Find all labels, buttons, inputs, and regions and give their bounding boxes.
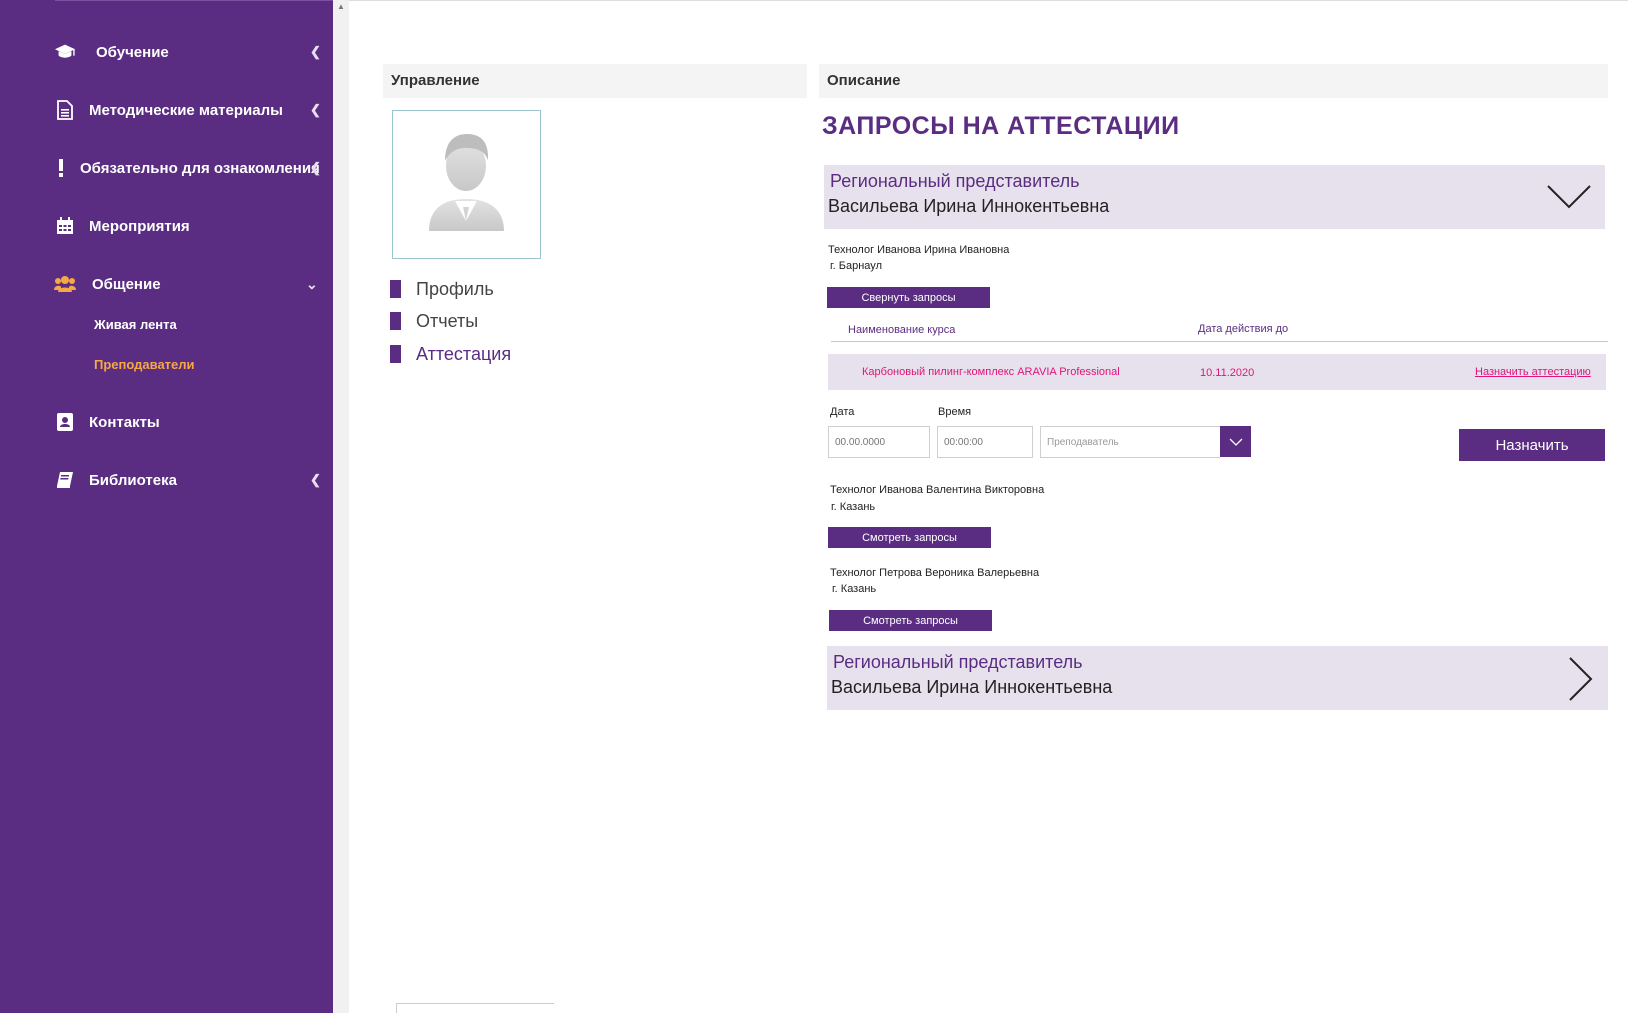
sidebar-subitem-prepodavateli[interactable]: Преподаватели [94, 357, 195, 372]
time-input[interactable] [944, 436, 1032, 448]
scroll-up-icon[interactable]: ▲ [337, 2, 345, 11]
sidebar-item-biblioteka[interactable]: Библиотека ❮ [0, 460, 333, 500]
bottom-divider-tick [396, 1003, 397, 1013]
technologist-city: г. Барнаул [830, 260, 882, 272]
view-requests-button[interactable]: Смотреть запросы [828, 527, 991, 548]
course-valid-date: 10.11.2020 [1200, 367, 1255, 379]
sidebar-item-metodicheskie[interactable]: Методические материалы ❮ [0, 90, 333, 130]
sidebar-subitem-zhivaya-lenta[interactable]: Живая лента [94, 317, 177, 332]
sidebar-item-label: Обучение [96, 43, 169, 61]
chevron-down-icon [1229, 438, 1242, 446]
menu-item-profile[interactable]: Профиль [390, 276, 494, 302]
book-icon [54, 469, 76, 491]
exclamation-icon [50, 157, 72, 179]
technologist-name: Технолог Иванова Ирина Ивановна [828, 244, 1010, 256]
rep-role: Региональный представитель [833, 652, 1083, 672]
chevron-down-icon: ⌄ [306, 275, 318, 292]
menu-item-label: Отчеты [416, 310, 479, 331]
technologist-city: г. Казань [831, 501, 876, 513]
menu-item-attestation[interactable]: Аттестация [390, 341, 511, 367]
menu-item-label: Аттестация [416, 343, 512, 364]
regional-rep-accordion-expanded[interactable]: Региональный представитель Васильева Ири… [824, 165, 1605, 229]
collapse-requests-button[interactable]: Свернуть запросы [827, 287, 990, 308]
rep-role: Региональный представитель [830, 171, 1080, 191]
rep-name: Васильева Ирина Иннокентьевна [831, 677, 1113, 697]
sidebar-item-obyazatelno[interactable]: Обязательно для ознакомления ❮ [0, 148, 333, 188]
page-title: ЗАПРОСЫ НА АТТЕСТАЦИИ [822, 112, 1180, 140]
teacher-select[interactable]: Преподаватель [1040, 426, 1220, 458]
chevron-right-icon[interactable] [1569, 657, 1593, 701]
menu-marker [390, 280, 401, 298]
sidebar-item-label: Мероприятия [89, 217, 190, 235]
chevron-left-icon: ❮ [310, 160, 321, 175]
users-icon [54, 273, 76, 295]
date-field[interactable] [828, 426, 930, 458]
table-header-divider [831, 341, 1608, 342]
assign-attestation-link[interactable]: Назначить аттестацию [1475, 366, 1591, 378]
chevron-left-icon: ❮ [310, 44, 321, 59]
view-requests-button[interactable]: Смотреть запросы [829, 610, 992, 631]
sidebar-item-obuchenie[interactable]: Обучение ❮ [0, 32, 333, 72]
chevron-left-icon: ❮ [310, 472, 321, 487]
menu-item-label: Профиль [416, 278, 494, 299]
date-label: Дата [830, 406, 855, 418]
document-icon [54, 99, 76, 121]
panel-title-upravlenie: Управление [383, 64, 807, 98]
assign-button[interactable]: Назначить [1459, 429, 1605, 461]
date-input[interactable] [835, 436, 929, 448]
sidebar-item-label: Методические материалы [89, 101, 283, 119]
bottom-divider [396, 1003, 554, 1004]
chevron-left-icon: ❮ [310, 102, 321, 117]
graduation-cap-icon [54, 41, 76, 63]
avatar [392, 110, 541, 259]
technologist-name: Технолог Петрова Вероника Валерьевна [830, 567, 1040, 579]
menu-item-reports[interactable]: Отчеты [390, 308, 478, 334]
time-field[interactable] [937, 426, 1033, 458]
rep-name: Васильева Ирина Иннокентьевна [828, 196, 1110, 216]
sidebar-item-label: Контакты [89, 413, 160, 431]
user-placeholder-icon [429, 134, 504, 231]
column-header-course: Наименование курса [848, 324, 956, 336]
regional-rep-accordion-collapsed[interactable]: Региональный представитель Васильева Ири… [827, 646, 1608, 710]
course-name: Карбоновый пилинг-комплекс ARAVIA Profes… [862, 366, 1120, 378]
teacher-dropdown-button[interactable] [1220, 426, 1251, 457]
sidebar-item-label: Библиотека [89, 471, 177, 489]
calendar-icon [54, 215, 76, 237]
chevron-down-icon[interactable] [1547, 185, 1591, 209]
sidebar-item-label: Обязательно для ознакомления [80, 159, 320, 177]
menu-marker [390, 345, 401, 363]
menu-marker [390, 312, 401, 330]
time-label: Время [938, 406, 972, 418]
scrollbar[interactable]: ▲ [333, 0, 349, 1013]
column-header-date: Дата действия до [1198, 323, 1289, 335]
technologist-city: г. Казань [832, 583, 877, 595]
top-divider [349, 0, 1628, 1]
sidebar: Обучение ❮ Методические материалы ❮ Обяз… [0, 0, 333, 1013]
contact-book-icon [54, 411, 76, 433]
sidebar-item-meropriyatiya[interactable]: Мероприятия [0, 206, 333, 246]
table-row: Карбоновый пилинг-комплекс ARAVIA Profes… [828, 354, 1606, 390]
panel-title-opisanie: Описание [819, 64, 1608, 98]
sidebar-item-obshchenie[interactable]: Общение ⌄ [0, 264, 333, 304]
technologist-name: Технолог Иванова Валентина Викторовна [830, 484, 1045, 496]
sidebar-top-divider [55, 0, 333, 1]
teacher-select-value: Преподаватель [1047, 436, 1119, 448]
sidebar-item-kontakty[interactable]: Контакты [0, 402, 333, 442]
sidebar-item-label: Общение [92, 275, 161, 293]
